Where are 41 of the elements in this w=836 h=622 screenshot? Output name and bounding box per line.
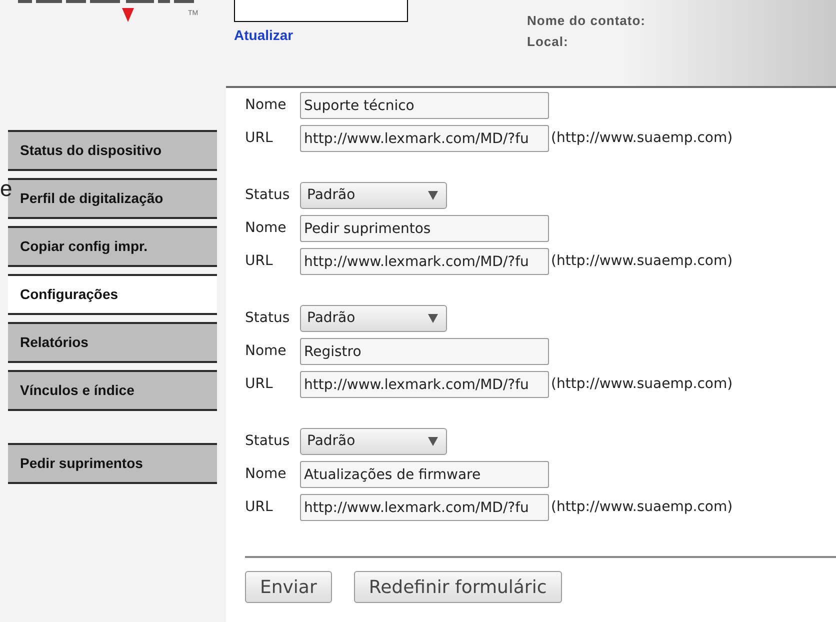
- sidebar-item[interactable]: Relatórios: [8, 322, 217, 363]
- name-label: Nome: [245, 219, 288, 238]
- name-field[interactable]: Registro: [300, 338, 549, 365]
- url-label: URL: [245, 129, 274, 148]
- url-hint: (http://www.suaemp.com): [551, 498, 733, 517]
- sidebar-item[interactable]: Configurações: [8, 274, 217, 315]
- contact-name-label: Nome do contato:: [527, 12, 646, 30]
- url-field[interactable]: http://www.lexmark.com/MD/?fu: [300, 371, 549, 398]
- input-field[interactable]: [234, 0, 408, 22]
- url-hint: (http://www.suaemp.com): [551, 252, 733, 271]
- url-field[interactable]: http://www.lexmark.com/MD/?fu: [300, 248, 549, 275]
- reset-button[interactable]: Redefinir formuláric: [354, 571, 562, 603]
- sidebar-item[interactable]: Copiar config impr.: [8, 226, 217, 267]
- submit-button[interactable]: Enviar: [245, 571, 332, 603]
- name-field[interactable]: Suporte técnico: [300, 92, 549, 119]
- location-label: Local:: [527, 33, 568, 51]
- url-hint: (http://www.suaemp.com): [551, 129, 733, 148]
- status-dropdown[interactable]: Padrão: [300, 305, 447, 332]
- sidebar-item[interactable]: Pedir suprimentos: [8, 443, 217, 484]
- sidebar-item[interactable]: Vínculos e índice: [8, 370, 217, 411]
- url-label: URL: [245, 375, 274, 394]
- dropdown-arrow-icon: [428, 191, 438, 200]
- status-dropdown[interactable]: Padrão: [300, 428, 447, 455]
- url-hint: (http://www.suaemp.com): [551, 375, 733, 394]
- update-link[interactable]: Atualizar: [234, 25, 294, 46]
- url-label: URL: [245, 252, 274, 271]
- name-label: Nome: [245, 342, 288, 361]
- status-label: Status: [245, 432, 291, 451]
- url-field[interactable]: http://www.lexmark.com/MD/?fu: [300, 494, 549, 521]
- status-label: Status: [245, 309, 291, 328]
- name-label: Nome: [245, 465, 288, 484]
- status-dropdown[interactable]: Padrão: [300, 182, 447, 209]
- dropdown-arrow-icon: [428, 314, 438, 323]
- url-label: URL: [245, 498, 274, 517]
- status-label: Status: [245, 186, 291, 205]
- sidebar-item[interactable]: Status do dispositivo: [8, 130, 217, 171]
- name-field[interactable]: Pedir suprimentos: [300, 215, 549, 242]
- url-field[interactable]: http://www.lexmark.com/MD/?fu: [300, 125, 549, 152]
- dropdown-arrow-icon: [428, 437, 438, 446]
- name-field[interactable]: Atualizações de firmware: [300, 461, 549, 488]
- name-label: Nome: [245, 96, 288, 115]
